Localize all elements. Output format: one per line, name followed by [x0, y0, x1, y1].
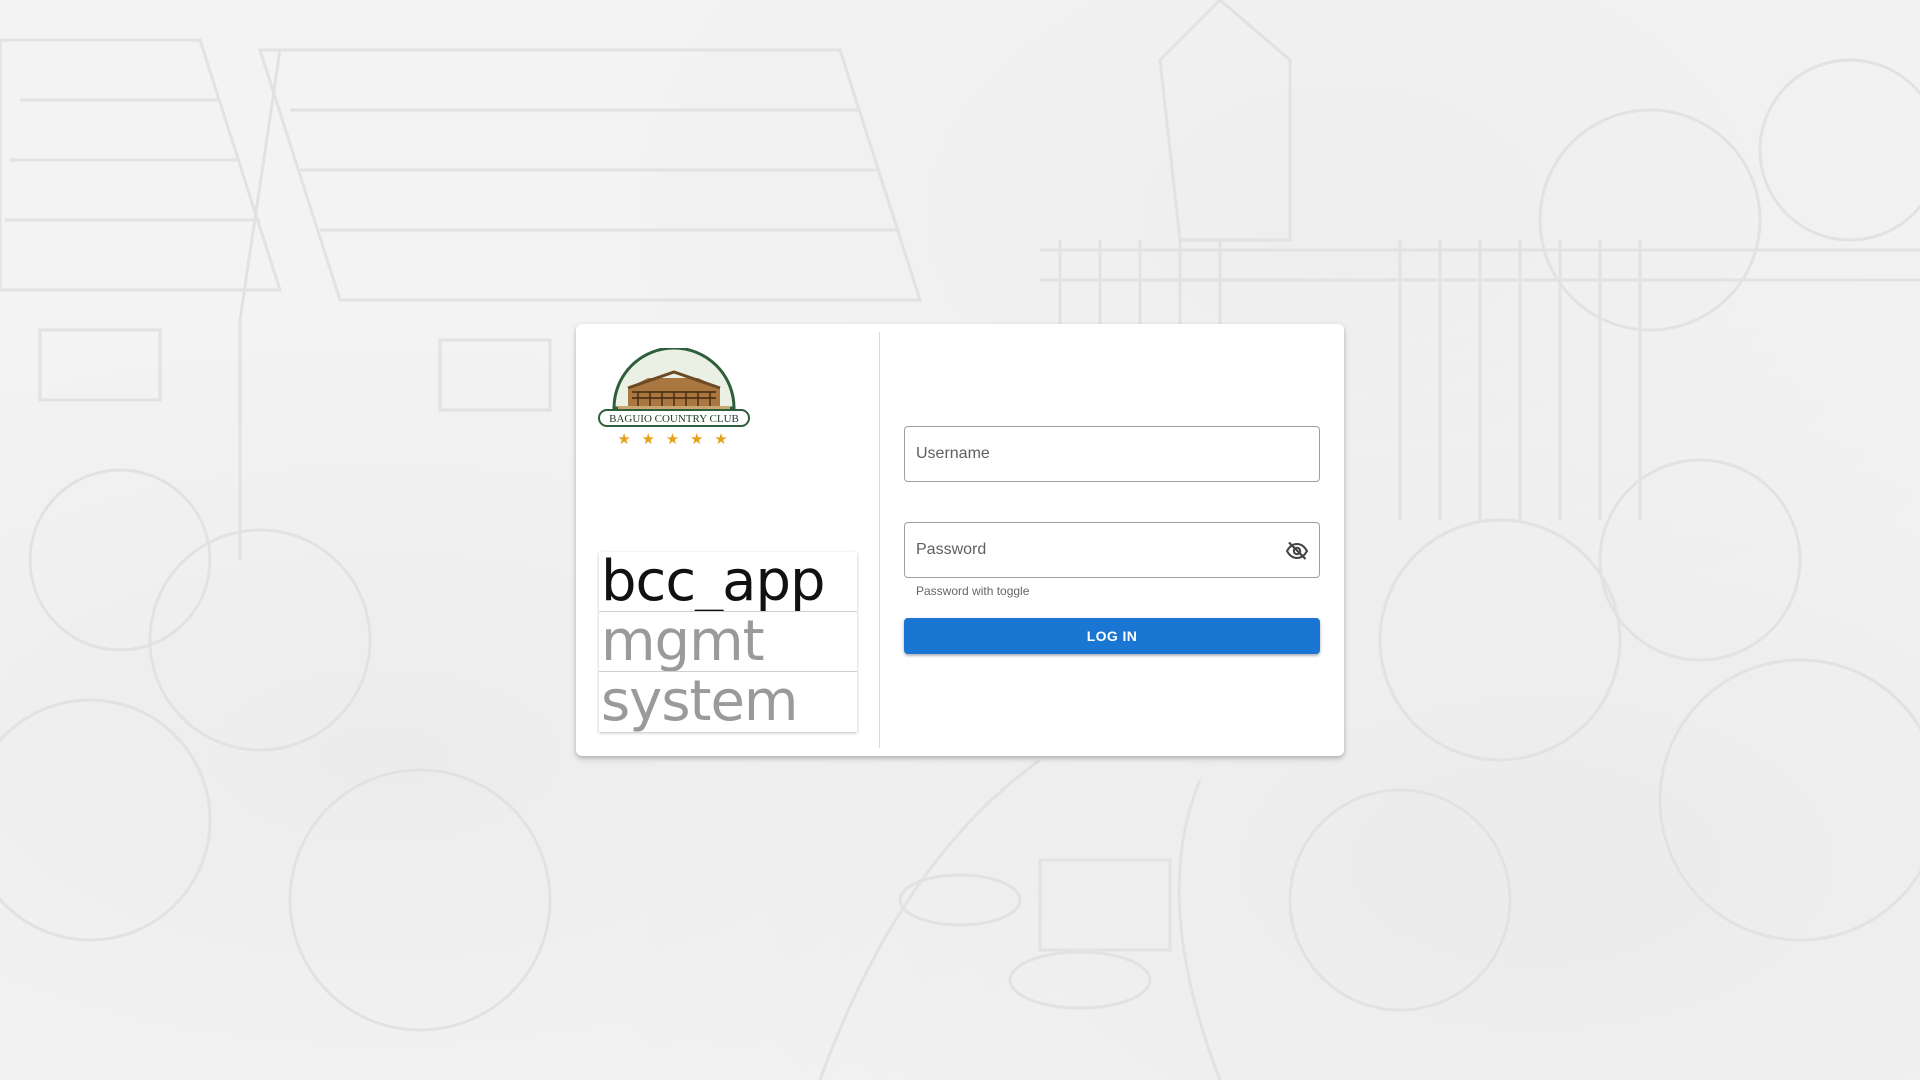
username-input[interactable] — [916, 427, 1276, 481]
password-field-container — [904, 522, 1320, 578]
password-hint: Password with toggle — [916, 584, 1030, 598]
login-card: BAGUIO COUNTRY CLUB ★ ★ ★ ★ ★ bcc_app mg… — [576, 324, 1344, 756]
app-title-line-2: mgmt — [599, 612, 857, 672]
app-title-line-1: bcc_app — [599, 552, 857, 612]
svg-text:BAGUIO COUNTRY CLUB: BAGUIO COUNTRY CLUB — [609, 413, 739, 425]
app-title-line-3: system — [601, 672, 798, 732]
app-title: bcc_app mgmt system — [599, 552, 857, 732]
club-logo-image: BAGUIO COUNTRY CLUB ★ ★ ★ ★ ★ — [598, 346, 750, 448]
club-logo: BAGUIO COUNTRY CLUB ★ ★ ★ ★ ★ — [598, 346, 750, 448]
password-input[interactable] — [916, 523, 1276, 577]
eye-off-icon[interactable] — [1285, 539, 1309, 563]
branding-panel: BAGUIO COUNTRY CLUB ★ ★ ★ ★ ★ bcc_app mg… — [576, 324, 880, 756]
svg-text:★ ★ ★ ★ ★: ★ ★ ★ ★ ★ — [617, 430, 730, 448]
login-form: Password with toggle LOG IN — [880, 324, 1344, 756]
login-button[interactable]: LOG IN — [904, 618, 1320, 654]
username-field-container — [904, 426, 1320, 482]
